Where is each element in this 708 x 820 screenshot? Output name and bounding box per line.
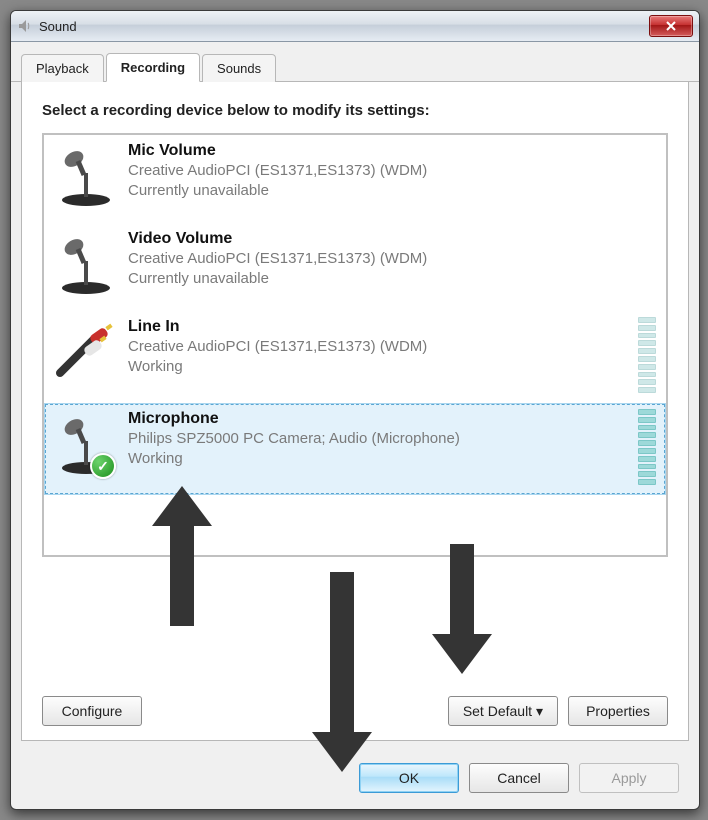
close-button[interactable] — [649, 15, 693, 37]
tab-sounds[interactable]: Sounds — [202, 54, 276, 82]
device-row-line-in[interactable]: Line In Creative AudioPCI (ES1371,ES1373… — [44, 311, 666, 403]
tab-recording[interactable]: Recording — [106, 53, 200, 82]
device-row-mic-volume[interactable]: Mic Volume Creative AudioPCI (ES1371,ES1… — [44, 135, 666, 223]
device-sub2: Working — [128, 357, 638, 377]
device-name: Mic Volume — [128, 141, 660, 161]
tab-playback[interactable]: Playback — [21, 54, 104, 82]
device-sub2: Working — [128, 449, 638, 469]
mic-icon — [50, 141, 122, 213]
title-bar: Sound — [11, 11, 699, 42]
apply-button[interactable]: Apply — [579, 763, 679, 793]
vu-meter — [638, 409, 656, 485]
speaker-icon — [17, 18, 33, 34]
dialog-button-row: OK Cancel Apply — [11, 751, 699, 809]
window-title: Sound — [39, 19, 77, 34]
sound-dialog: Sound Playback Recording Sounds Select a… — [10, 10, 700, 810]
annotation-arrow-down-ok — [312, 572, 372, 772]
vu-meter — [638, 317, 656, 393]
mic-icon — [50, 229, 122, 301]
device-row-video-volume[interactable]: Video Volume Creative AudioPCI (ES1371,E… — [44, 223, 666, 311]
device-sub2: Currently unavailable — [128, 181, 660, 201]
device-sub1: Philips SPZ5000 PC Camera; Audio (Microp… — [128, 429, 638, 449]
tab-strip: Playback Recording Sounds — [11, 42, 699, 82]
mic-icon: ✓ — [50, 409, 122, 481]
device-sub1: Creative AudioPCI (ES1371,ES1373) (WDM) — [128, 161, 660, 181]
rca-cable-icon — [50, 317, 122, 389]
device-row-microphone[interactable]: ✓ Microphone Philips SPZ5000 PC Camera; … — [44, 403, 666, 495]
device-list[interactable]: Mic Volume Creative AudioPCI (ES1371,ES1… — [42, 133, 668, 557]
device-name: Microphone — [128, 409, 638, 429]
device-name: Video Volume — [128, 229, 660, 249]
recording-panel: Select a recording device below to modif… — [21, 82, 689, 741]
device-sub1: Creative AudioPCI (ES1371,ES1373) (WDM) — [128, 249, 660, 269]
set-default-button[interactable]: Set Default ▾ — [448, 696, 558, 726]
panel-button-row: Configure Set Default ▾ Properties — [42, 678, 668, 726]
device-name: Line In — [128, 317, 638, 337]
device-sub2: Currently unavailable — [128, 269, 660, 289]
ok-button[interactable]: OK — [359, 763, 459, 793]
properties-button[interactable]: Properties — [568, 696, 668, 726]
device-sub1: Creative AudioPCI (ES1371,ES1373) (WDM) — [128, 337, 638, 357]
default-check-icon: ✓ — [90, 453, 116, 479]
configure-button[interactable]: Configure — [42, 696, 142, 726]
annotation-arrow-down-set-default — [432, 544, 492, 674]
panel-hint: Select a recording device below to modif… — [42, 102, 668, 119]
cancel-button[interactable]: Cancel — [469, 763, 569, 793]
